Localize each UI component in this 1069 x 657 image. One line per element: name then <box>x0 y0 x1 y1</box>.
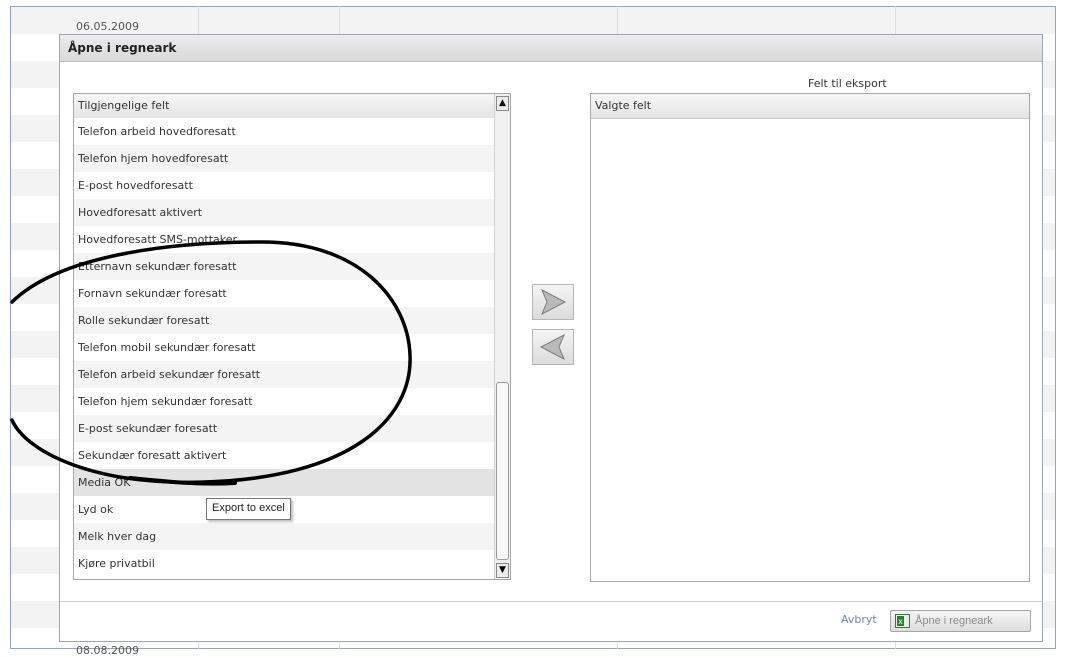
list-item[interactable]: Telefon hjem sekundær foresatt <box>74 388 494 415</box>
svg-text:x: x <box>898 617 903 626</box>
selected-fields-header: Valgte felt <box>591 94 1029 119</box>
list-item[interactable]: Sekundær foresatt aktivert <box>74 442 494 469</box>
available-fields-list[interactable]: Tilgjengelige felt Telefon arbeid hovedf… <box>73 93 511 580</box>
list-item[interactable]: Etternavn sekundær foresatt <box>74 253 494 280</box>
scroll-thumb[interactable] <box>496 382 509 560</box>
move-right-button[interactable] <box>532 284 574 320</box>
export-tooltip: Export to excel <box>206 498 291 520</box>
list-item[interactable]: Telefon arbeid sekundær foresatt <box>74 361 494 388</box>
cancel-link[interactable]: Avbryt <box>841 613 877 626</box>
move-left-button[interactable] <box>532 329 574 365</box>
available-fields-header: Tilgjengelige felt <box>74 94 494 119</box>
dialog-title: Åpne i regneark <box>60 35 1042 62</box>
list-item[interactable]: Telefon mobil sekundær foresatt <box>74 334 494 361</box>
list-item[interactable]: Telefon hjem hovedforesatt <box>74 145 494 172</box>
excel-icon: x <box>895 614 910 628</box>
list-item[interactable]: Melk hver dag <box>74 523 494 550</box>
selected-fields-list[interactable]: Valgte felt <box>590 93 1030 582</box>
export-caption: Felt til eksport <box>808 77 887 90</box>
list-item[interactable]: Hovedforesatt aktivert <box>74 199 494 226</box>
list-item[interactable]: E-post sekundær foresatt <box>74 415 494 442</box>
list-item[interactable]: Telefon arbeid hovedforesatt <box>74 118 494 145</box>
list-item[interactable]: Rolle sekundær foresatt <box>74 307 494 334</box>
scroll-up-icon[interactable]: ▲ <box>496 96 509 111</box>
list-item[interactable]: Hovedforesatt SMS-mottaker <box>74 226 494 253</box>
available-fields-scrollbar[interactable]: ▲ ▼ <box>494 94 510 579</box>
arrow-left-icon <box>539 333 565 361</box>
scroll-down-icon[interactable]: ▼ <box>496 563 509 578</box>
list-item[interactable]: E-post hovedforesatt <box>74 172 494 199</box>
open-in-spreadsheet-label: Åpne i regneark <box>915 615 993 627</box>
list-item[interactable]: Kjøre privatbil <box>74 550 494 577</box>
open-in-spreadsheet-button[interactable]: x Åpne i regneark <box>890 610 1031 632</box>
background-date-top: 06.05.2009 <box>76 20 139 33</box>
export-dialog: Åpne i regneark Felt til eksport Tilgjen… <box>59 34 1043 642</box>
list-item[interactable]: Fornavn sekundær foresatt <box>74 280 494 307</box>
arrow-right-icon <box>541 288 567 316</box>
list-item[interactable]: Media OK <box>74 469 494 496</box>
background-date-bottom: 08.08.2009 <box>76 644 139 657</box>
footer-divider <box>60 601 1042 602</box>
